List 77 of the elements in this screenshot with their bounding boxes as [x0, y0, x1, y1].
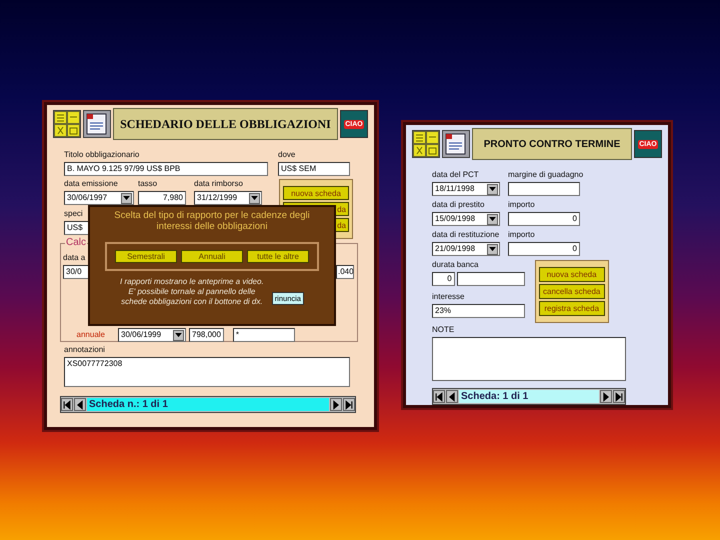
- group-legend: Calc: [65, 237, 88, 248]
- form-button[interactable]: registra scheda: [538, 301, 605, 316]
- date-dropdown[interactable]: 30/06/1997: [64, 191, 134, 205]
- report-button[interactable]: tutte le altre: [247, 250, 309, 263]
- number-field[interactable]: 0: [432, 272, 455, 286]
- number-field[interactable]: 7,980: [138, 191, 186, 205]
- notes-field[interactable]: XS0077772308: [64, 357, 350, 387]
- grid-icon[interactable]: [412, 130, 440, 158]
- record-counter: Scheda: 1 di 1: [459, 390, 599, 403]
- record-counter: Scheda n.: 1 di 1: [87, 398, 329, 411]
- field-label: speci: [64, 209, 84, 219]
- dropdown-arrow-button[interactable]: [487, 184, 498, 194]
- text-field[interactable]: *: [232, 328, 295, 342]
- number-field[interactable]: .040: [336, 265, 354, 279]
- dialog-note: I rapporti mostrano le anteprime a video. E' possibile tornale al pannello delle schede obbligazioni con il bottone di dx.: [120, 277, 264, 307]
- first-record-button[interactable]: [433, 390, 445, 403]
- form-button[interactable]: cancella scheda: [538, 284, 605, 299]
- caret-icon: [175, 332, 182, 338]
- text-field[interactable]: [508, 182, 580, 196]
- date-dropdown[interactable]: 31/12/1999: [194, 191, 262, 205]
- dropdown-arrow-button[interactable]: [173, 330, 184, 340]
- date-dropdown[interactable]: 30/06/1999: [118, 328, 186, 342]
- next-record-button[interactable]: [600, 390, 612, 403]
- field-label: data di prestito: [432, 200, 486, 210]
- date-dropdown[interactable]: 15/09/1998: [432, 212, 500, 226]
- field-label: NOTE: [432, 325, 456, 335]
- window-title: SCHEDARIO DELLE OBBLIGAZIONI: [113, 108, 338, 140]
- report-button[interactable]: Annuali: [181, 250, 243, 263]
- next-record-button[interactable]: [330, 398, 342, 411]
- previous-record-button[interactable]: [446, 390, 458, 403]
- date-dropdown[interactable]: 21/09/1998: [432, 242, 500, 256]
- grid-icon[interactable]: [53, 110, 81, 138]
- caret-icon: [489, 186, 496, 192]
- field-label: durata: [432, 260, 455, 270]
- field-label: banca: [456, 260, 480, 270]
- text-field[interactable]: B. MAYO 9.125 97/99 US$ BPB: [64, 162, 268, 176]
- form-button[interactable]: nuova scheda: [283, 186, 349, 200]
- dialog-title: Scelta del tipo di rapporto per le cadenze degli interessi delle obbligazioni: [113, 210, 311, 232]
- caret-icon: [251, 196, 258, 200]
- row-label: annuale: [76, 330, 105, 340]
- field-label: margine di guadagno: [508, 170, 584, 180]
- number-field[interactable]: 798,000: [189, 328, 224, 342]
- document-icon[interactable]: [442, 130, 470, 158]
- text-field[interactable]: US$ SEM: [278, 162, 350, 176]
- number-field[interactable]: 0: [508, 242, 580, 256]
- dropdown-arrow-button[interactable]: [121, 192, 132, 204]
- first-record-button[interactable]: [61, 398, 73, 411]
- report-button[interactable]: Semestrali: [115, 250, 177, 263]
- caret-icon: [123, 196, 130, 200]
- caret-icon: [489, 216, 496, 222]
- document-icon[interactable]: [83, 110, 111, 138]
- previous-record-button[interactable]: [74, 398, 86, 411]
- text-field[interactable]: [456, 272, 525, 286]
- number-field[interactable]: 0: [508, 212, 580, 226]
- last-record-button[interactable]: [343, 398, 355, 411]
- date-dropdown[interactable]: 18/11/1998: [432, 182, 500, 196]
- dropdown-arrow-button[interactable]: [487, 244, 498, 254]
- dropdown-arrow-button[interactable]: [487, 214, 498, 224]
- field-label: data emissione: [64, 179, 119, 189]
- notes-field[interactable]: [432, 337, 626, 381]
- field-label: Titolo obbligazionario: [64, 150, 140, 160]
- field-label: data a: [63, 253, 86, 263]
- field-label: data rimborso: [194, 179, 244, 189]
- field-label: annotazioni: [64, 345, 106, 355]
- field-label: data di restituzione: [432, 230, 500, 240]
- field-label: importo: [508, 230, 536, 240]
- field-label: tasso: [138, 179, 158, 189]
- field-label: importo: [508, 200, 536, 210]
- last-record-button[interactable]: [613, 390, 625, 403]
- form-button[interactable]: nuova scheda: [538, 267, 605, 282]
- field-label: interesse: [432, 292, 466, 302]
- dropdown-arrow-button[interactable]: [249, 192, 260, 204]
- window-title: PRONTO CONTRO TERMINE: [472, 128, 632, 160]
- field-label: dove: [278, 150, 296, 160]
- text-field[interactable]: 23%: [432, 304, 525, 318]
- field-label: data del PCT: [432, 170, 480, 180]
- caret-icon: [489, 246, 496, 252]
